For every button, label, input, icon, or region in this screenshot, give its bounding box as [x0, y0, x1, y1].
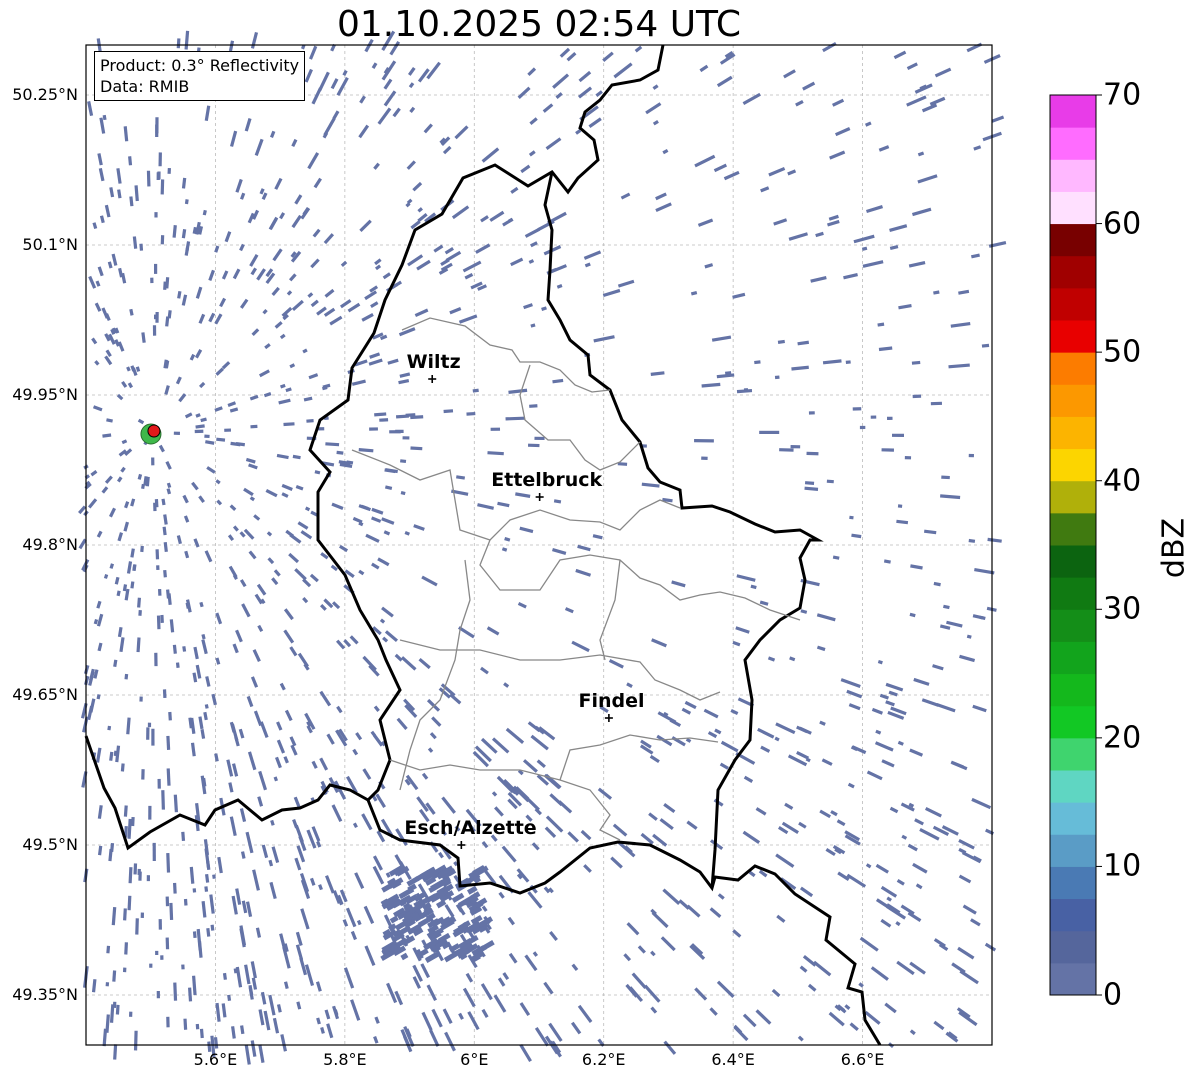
- radar-map: [78, 30, 1102, 1065]
- colorbar-segment: [1050, 159, 1096, 192]
- colorbar-segment: [1050, 512, 1096, 546]
- lat-tick-label: 49.35°N: [12, 985, 78, 1004]
- city-label: Ettelbruck: [491, 469, 603, 491]
- colorbar-segment: [1050, 898, 1096, 932]
- lat-tick-label: 50.25°N: [12, 85, 78, 104]
- colorbar-tick-label: 10: [1103, 848, 1142, 884]
- city-marker-eschalzette: [457, 841, 466, 849]
- city-marker-findel: [604, 714, 613, 722]
- colorbar-tick-label: 50: [1103, 334, 1142, 370]
- colorbar-segment: [1050, 287, 1096, 321]
- radar-site-dot: [147, 424, 161, 438]
- colorbar-tick-label: 0: [1103, 977, 1123, 1013]
- city-markers: [428, 375, 613, 849]
- lon-tick-label: 6°E: [460, 1050, 489, 1069]
- colorbar-segment: [1050, 802, 1096, 835]
- colorbar-segment: [1050, 737, 1096, 771]
- lat-tick-label: 49.95°N: [12, 385, 78, 404]
- colorbar-segment: [1050, 705, 1096, 739]
- colorbar-segment: [1050, 352, 1096, 385]
- colorbar-segment: [1050, 255, 1096, 289]
- colorbar-segment: [1050, 673, 1096, 707]
- colorbar: [1049, 94, 1102, 996]
- city-label: Wiltz: [406, 351, 461, 373]
- lon-tick-label: 6.2°E: [581, 1050, 626, 1069]
- radar-echoes: [78, 30, 1007, 1065]
- colorbar-tick-label: 60: [1103, 206, 1142, 242]
- colorbar-segment: [1050, 191, 1096, 225]
- colorbar-segment: [1050, 223, 1096, 257]
- colorbar-tick-label: 40: [1103, 463, 1142, 499]
- data-source-text: Data: RMIB: [100, 77, 190, 96]
- colorbar-segment: [1050, 545, 1096, 578]
- colorbar-segment: [1050, 577, 1096, 610]
- colorbar-segment: [1050, 609, 1096, 642]
- lon-tick-label: 6.4°E: [711, 1050, 755, 1069]
- lon-tick-label: 5.8°E: [323, 1050, 367, 1069]
- product-info-box: Product: 0.3° Reflectivity Data: RMIB: [94, 51, 306, 101]
- lon-tick-label: 5.6°E: [193, 1050, 238, 1069]
- colorbar-segment: [1050, 448, 1096, 482]
- city-marker-wiltz: [428, 375, 437, 383]
- colorbar-segment: [1050, 962, 1096, 996]
- colorbar-segment: [1050, 384, 1096, 417]
- colorbar-segment: [1050, 866, 1096, 900]
- city-marker-ettelbruck: [535, 493, 544, 501]
- lat-tick-label: 49.5°N: [22, 835, 78, 854]
- city-label: Findel: [578, 690, 645, 712]
- product-text: Product: 0.3° Reflectivity: [100, 56, 300, 75]
- colorbar-tick-label: 70: [1103, 77, 1142, 113]
- lat-tick-label: 49.65°N: [12, 685, 78, 704]
- lat-tick-label: 49.8°N: [22, 535, 78, 554]
- colorbar-label: dBZ: [1156, 517, 1184, 579]
- colorbar-segment: [1050, 834, 1096, 867]
- colorbar-segment: [1050, 770, 1096, 803]
- colorbar-segment: [1050, 320, 1096, 353]
- city-label: Esch/Alzette: [404, 817, 537, 839]
- radar-site-marker: [140, 423, 162, 445]
- colorbar-segment: [1050, 95, 1096, 128]
- colorbar-segment: [1050, 930, 1096, 964]
- lat-tick-label: 50.1°N: [22, 235, 78, 254]
- lon-tick-label: 6.6°E: [840, 1050, 885, 1069]
- colorbar-segment: [1050, 416, 1096, 450]
- colorbar-segment: [1050, 127, 1096, 160]
- moselle-sauer-border: [543, 171, 824, 889]
- colorbar-segment: [1050, 480, 1096, 514]
- colorbar-segment: [1050, 641, 1096, 675]
- colorbar-tick-label: 20: [1103, 720, 1142, 756]
- map-gridlines: [86, 45, 992, 1045]
- colorbar-tick-label: 30: [1103, 591, 1142, 627]
